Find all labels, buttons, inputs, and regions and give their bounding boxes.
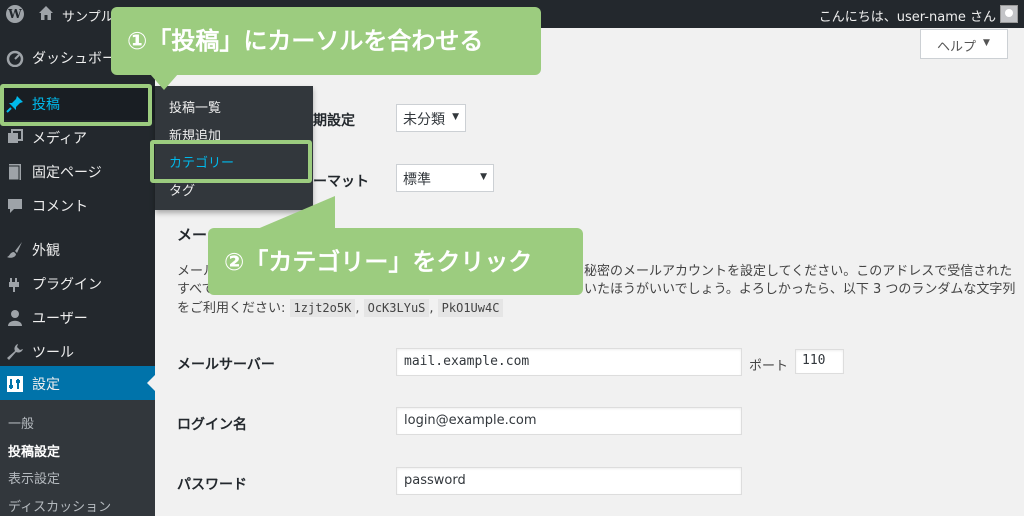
sidebar-item-plugins[interactable]: プラグイン (0, 266, 155, 300)
port-label: ポート (749, 359, 789, 374)
caret-down-icon: ▼ (480, 172, 487, 182)
submenu-item-discussion[interactable]: ディスカッション (8, 496, 111, 515)
description-line-3-prefix: をご利用ください: (177, 301, 286, 316)
mail-server-label: メールサーバー (177, 357, 275, 373)
step1-callout-tail (150, 74, 178, 90)
password-input[interactable]: password (396, 467, 742, 495)
description-line-2-suffix: いたほうがいいでしょう。よろしかったら、以下 3 つのランダムな文字列 (584, 282, 1016, 297)
posts-highlight-box (0, 84, 152, 126)
home-icon[interactable] (38, 5, 54, 21)
flyout-item-all-posts[interactable]: 投稿一覧 (169, 97, 221, 116)
sidebar-item-label: ダッシュボー (32, 51, 116, 67)
submenu-item-writing[interactable]: 投稿設定 (8, 441, 60, 460)
step1-callout: ①「投稿」にカーソルを合わせる (111, 7, 541, 75)
media-icon (8, 129, 23, 143)
description-line-1-suffix: 秘密のメールアカウントを設定してください。このアドレスで受信された (584, 264, 1013, 279)
sidebar-item-label: 外観 (32, 243, 60, 259)
wordpress-logo-icon[interactable]: W (6, 5, 24, 23)
sidebar-item-label: プラグイン (32, 277, 102, 293)
step1-callout-text: ①「投稿」にカーソルを合わせる (127, 27, 484, 55)
post-via-email-title: メー (177, 226, 208, 244)
sidebar-item-label: 設定 (32, 377, 60, 393)
plugin-icon (9, 278, 19, 292)
random-string-3: PkO1Uw4C (437, 299, 504, 317)
port-input[interactable]: 110 (795, 349, 844, 374)
mail-server-input[interactable]: mail.example.com (396, 348, 742, 376)
submenu-item-general[interactable]: 一般 (8, 413, 34, 432)
page-icon (6, 164, 21, 181)
step2-callout-tail (255, 196, 335, 230)
avatar[interactable] (1000, 5, 1018, 23)
settings-icon (7, 376, 23, 392)
sidebar-item-tools[interactable]: ツール (0, 334, 155, 368)
random-string-2: OcK3LYuS (363, 299, 430, 317)
select-value: 標準 (403, 172, 431, 188)
step2-callout: ②「カテゴリー」をクリック (208, 228, 583, 295)
comment-icon (8, 199, 22, 213)
category-highlight-box (150, 140, 312, 183)
sidebar-item-users[interactable]: ユーザー (0, 300, 155, 334)
brush-icon (7, 242, 22, 258)
sidebar-item-label: メディア (32, 131, 88, 147)
default-category-label: 期設定 (313, 113, 355, 129)
submenu-item-reading[interactable]: 表示設定 (8, 468, 60, 487)
sidebar-item-pages[interactable]: 固定ページ (0, 154, 155, 188)
site-name-link[interactable]: サンプル (62, 6, 114, 25)
sidebar-item-settings[interactable]: 設定 (0, 366, 155, 400)
user-greeting[interactable]: こんにちは、user-name さん (819, 6, 996, 25)
sidebar-item-comments[interactable]: コメント (0, 188, 155, 222)
default-format-select[interactable]: 標準 ▼ (396, 164, 494, 192)
description-line-3: をご利用ください: 1zjt2o5K, OcK3LYuS, PkO1Uw4C (177, 299, 504, 318)
sidebar-item-label: ツール (32, 345, 74, 361)
help-label: ヘルプ (937, 40, 977, 55)
wrench-icon (7, 344, 23, 360)
settings-submenu: 一般 投稿設定 表示設定 ディスカッション (0, 400, 155, 516)
sidebar-item-label: ユーザー (32, 311, 88, 327)
password-label: パスワード (177, 477, 247, 493)
default-category-select[interactable]: 未分類 ▼ (396, 104, 466, 132)
login-name-label: ログイン名 (177, 417, 247, 433)
step2-callout-text: ②「カテゴリー」をクリック (224, 248, 533, 276)
user-icon (8, 310, 22, 326)
dashboard-icon (6, 50, 24, 67)
login-name-input[interactable]: login@example.com (396, 407, 742, 435)
select-value: 未分類 (403, 112, 445, 128)
caret-down-icon: ▼ (452, 112, 459, 122)
caret-down-icon: ▼ (983, 38, 990, 48)
default-format-label: ーマット (313, 174, 369, 190)
random-string-1: 1zjt2o5K (289, 299, 356, 317)
sidebar-item-label: コメント (32, 199, 88, 215)
sidebar-item-label: 固定ページ (32, 165, 102, 181)
help-button[interactable]: ヘルプ ▼ (920, 29, 1008, 59)
sidebar-item-appearance[interactable]: 外観 (0, 232, 155, 266)
